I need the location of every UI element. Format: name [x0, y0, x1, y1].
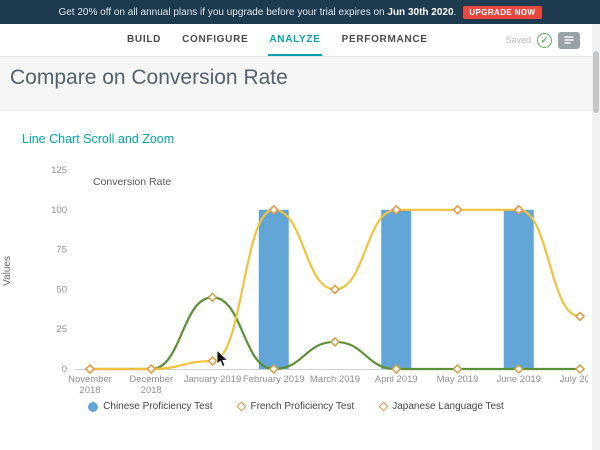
svg-text:June 2019: June 2019	[497, 374, 541, 385]
scrollbar-thumb[interactable]	[593, 51, 599, 113]
nav-right-tools: Saved ✓	[505, 24, 580, 56]
page-title: Compare on Conversion Rate	[10, 66, 288, 90]
svg-text:25: 25	[56, 324, 67, 335]
note-lines-icon	[563, 35, 575, 45]
svg-text:2018: 2018	[79, 385, 100, 396]
feedback-icon[interactable]	[558, 32, 580, 49]
chart-legend: Chinese Proficiency Test French Proficie…	[0, 401, 592, 412]
chart-card: Line Chart Scroll and Zoom Conversion Ra…	[0, 110, 592, 450]
y-axis-label: Values	[2, 256, 13, 286]
svg-text:December: December	[129, 374, 173, 385]
svg-text:July 2019: July 2019	[560, 374, 588, 385]
nav-tab-performance[interactable]: PERFORMANCE	[341, 24, 429, 56]
svg-text:2018: 2018	[141, 385, 162, 396]
promo-banner: Get 20% off on all annual plans if you u…	[0, 0, 600, 24]
svg-text:November: November	[68, 374, 112, 385]
conversion-rate-chart[interactable]: 0255075100125November2018December2018Jan…	[12, 159, 588, 407]
legend-label: Japanese Language Test	[392, 401, 504, 412]
svg-text:April 2019: April 2019	[375, 374, 418, 385]
svg-text:100: 100	[51, 205, 67, 216]
legend-label: French Proficiency Test	[250, 401, 354, 412]
svg-text:January 2019: January 2019	[184, 374, 242, 385]
svg-text:February 2019: February 2019	[243, 374, 305, 385]
promo-expiry-date: Jun 30th 2020	[387, 7, 453, 18]
svg-text:125: 125	[51, 165, 67, 176]
svg-text:0: 0	[62, 364, 67, 375]
saved-status-label: Saved	[505, 35, 531, 45]
promo-text: Get 20% off on all annual plans if you u…	[58, 7, 456, 18]
top-nav: BUILD CONFIGURE ANALYZE PERFORMANCE Save…	[0, 24, 592, 57]
nav-tab-configure[interactable]: CONFIGURE	[181, 24, 249, 56]
svg-text:May 2019: May 2019	[437, 374, 479, 385]
app-window: Get 20% off on all annual plans if you u…	[0, 0, 600, 450]
upgrade-now-button[interactable]: UPGRADE NOW	[463, 6, 541, 19]
nav-tab-build[interactable]: BUILD	[126, 24, 162, 56]
svg-text:75: 75	[56, 245, 67, 256]
legend-item-chinese-proficiency-test[interactable]: Chinese Proficiency Test	[88, 401, 212, 412]
legend-marker-bar-icon	[88, 402, 98, 412]
legend-label: Chinese Proficiency Test	[103, 401, 212, 412]
legend-marker-diamond-icon	[237, 402, 247, 412]
svg-text:50: 50	[56, 284, 67, 295]
nav-tabs: BUILD CONFIGURE ANALYZE PERFORMANCE	[126, 24, 429, 56]
chart-type-link[interactable]: Line Chart Scroll and Zoom	[22, 132, 174, 146]
legend-marker-diamond-icon	[379, 402, 389, 412]
svg-text:March 2019: March 2019	[310, 374, 360, 385]
legend-item-japanese-language-test[interactable]: Japanese Language Test	[380, 401, 504, 412]
nav-tab-analyze[interactable]: ANALYZE	[268, 24, 321, 56]
saved-check-icon: ✓	[537, 33, 552, 48]
legend-item-french-proficiency-test[interactable]: French Proficiency Test	[238, 401, 354, 412]
scrollbar-track[interactable]	[592, 24, 600, 450]
